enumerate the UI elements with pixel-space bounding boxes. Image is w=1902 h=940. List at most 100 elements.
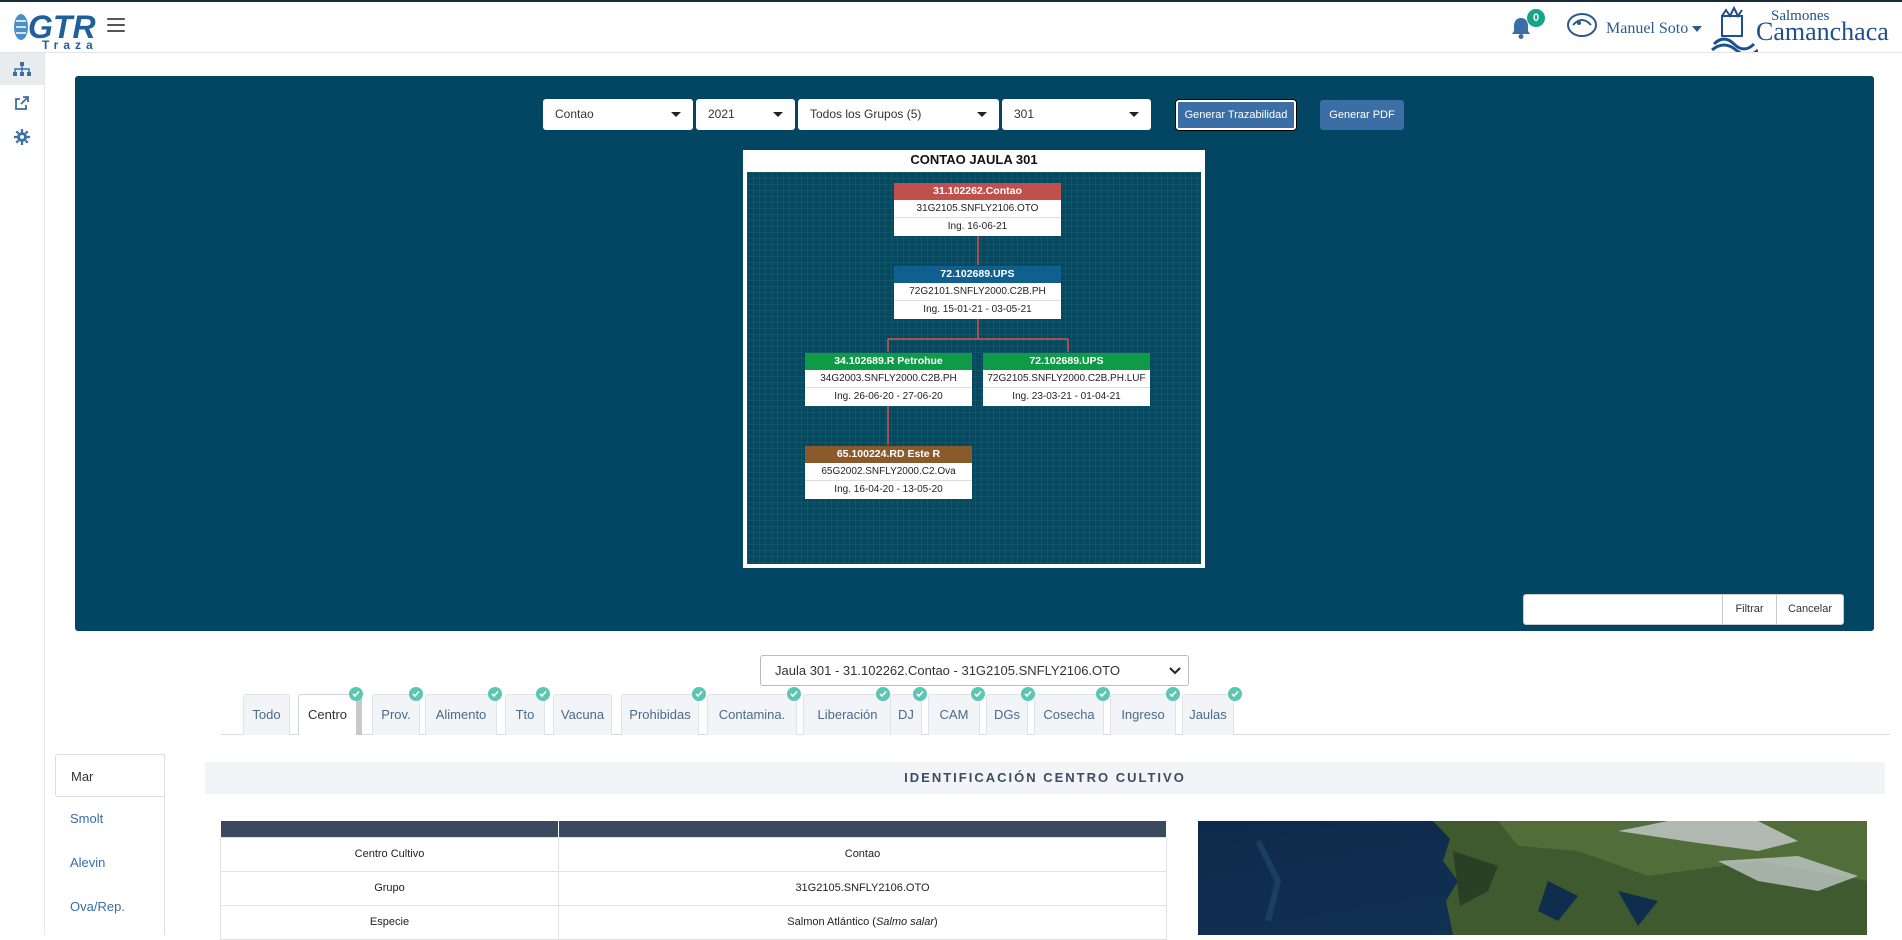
check-icon	[876, 687, 890, 701]
check-icon	[1228, 687, 1242, 701]
row-label: Especie	[220, 904, 559, 940]
node-group: 65G2002.SNFLY2000.C2.Ova	[805, 463, 972, 481]
node-title: 65.100224.RD Este R	[805, 446, 972, 463]
sidebar-item-external[interactable]	[0, 87, 44, 119]
row-label: Centro Cultivo	[220, 836, 559, 872]
tree-node[interactable]: 72.102689.UPS 72G2101.SNFLY2000.C2B.PH I…	[894, 266, 1061, 319]
node-title: 72.102689.UPS	[894, 266, 1061, 283]
node-title: 72.102689.UPS	[983, 353, 1150, 370]
node-group: 31G2105.SNFLY2106.OTO	[894, 200, 1061, 218]
node-title: 31.102262.Contao	[894, 183, 1061, 200]
side-tab-alevin[interactable]: Alevin	[55, 841, 165, 884]
node-group: 34G2003.SNFLY2000.C2B.PH	[805, 370, 972, 388]
check-icon	[488, 687, 502, 701]
check-icon	[349, 687, 363, 701]
filter-button[interactable]: Filtrar	[1722, 594, 1777, 625]
tab-alimento[interactable]: Alimento	[425, 694, 497, 735]
tab-vacuna[interactable]: Vacuna	[553, 694, 612, 735]
tab-cam[interactable]: CAM	[928, 694, 980, 735]
node-group: 72G2105.SNFLY2000.C2B.PH.LUF	[983, 370, 1150, 388]
chevron-down-icon	[773, 112, 783, 117]
generate-trace-button[interactable]: Generar Trazabilidad	[1176, 100, 1296, 130]
tree-node[interactable]: 65.100224.RD Este R 65G2002.SNFLY2000.C2…	[805, 446, 972, 499]
year-select[interactable]: 2021	[696, 99, 795, 130]
side-tab-mar[interactable]: Mar	[55, 754, 165, 797]
check-icon	[1096, 687, 1110, 701]
jaula-filter-select[interactable]: 301	[1002, 99, 1151, 130]
jaula-select-value: Jaula 301 - 31.102262.Contao - 31G2105.S…	[775, 663, 1120, 678]
filter-input[interactable]	[1523, 594, 1723, 625]
row-value: 31G2105.SNFLY2106.OTO	[558, 870, 1167, 906]
check-icon	[536, 687, 550, 701]
user-menu-caret-icon[interactable]	[1692, 26, 1702, 32]
row-value: Salmon Atlántico (Salmo salar)	[558, 904, 1167, 940]
trace-tree: CONTAO JAULA 301 31.102262.Contao 31G210…	[743, 150, 1205, 568]
node-dates: Ing. 15-01-21 - 03-05-21	[923, 304, 1032, 315]
chevron-down-icon	[671, 112, 681, 117]
tab-dgs[interactable]: DGs	[986, 694, 1028, 735]
row-label: Grupo	[220, 870, 559, 906]
node-dates: Ing. 16-06-21	[947, 221, 1008, 232]
cancel-button[interactable]: Cancelar	[1776, 594, 1844, 625]
tab-cosecha[interactable]: Cosecha	[1034, 694, 1104, 735]
side-tab-ova-rep[interactable]: Ova/Rep.	[55, 885, 165, 928]
table-row: Especie Salmon Atlántico (Salmo salar)	[220, 904, 1167, 940]
tab-ingreso[interactable]: Ingreso	[1110, 694, 1176, 735]
tree-canvas: 31.102262.Contao 31G2105.SNFLY2106.OTO I…	[747, 172, 1201, 564]
centro-select[interactable]: Contao	[543, 99, 693, 130]
centro-table: Centro Cultivo Contao Grupo 31G2105.SNFL…	[220, 821, 1167, 940]
user-name[interactable]: Manuel Soto	[1606, 20, 1688, 38]
grupo-select[interactable]: Todos los Grupos (5)	[798, 99, 999, 130]
satellite-map[interactable]	[1198, 821, 1867, 935]
menu-toggle-icon[interactable]	[107, 18, 125, 34]
table-header-cell	[220, 821, 559, 837]
logo-subtitle: Traza	[42, 38, 98, 52]
gear-icon	[14, 129, 30, 145]
gtr-logo[interactable]: GTR Traza	[10, 5, 105, 53]
external-link-icon	[15, 96, 29, 110]
tab-prohibidas[interactable]: Prohibidas	[621, 694, 699, 735]
chevron-down-icon	[1169, 667, 1181, 675]
table-row: Centro Cultivo Contao	[220, 836, 1167, 872]
species-scientific: Salmo salar	[875, 916, 935, 928]
tree-node[interactable]: 34.102689.R Petrohue 34G2003.SNFLY2000.C…	[805, 353, 972, 406]
tree-node[interactable]: 72.102689.UPS 72G2105.SNFLY2000.C2B.PH.L…	[983, 353, 1150, 406]
side-tab-divider	[164, 754, 165, 935]
side-tab-smolt[interactable]: Smolt	[55, 797, 165, 840]
generate-pdf-button[interactable]: Generar PDF	[1320, 100, 1404, 130]
left-sidebar	[0, 53, 45, 935]
jaula-select[interactable]: Jaula 301 - 31.102262.Contao - 31G2105.S…	[760, 655, 1189, 686]
chevron-down-icon	[977, 112, 987, 117]
node-group: 72G2101.SNFLY2000.C2B.PH	[894, 283, 1061, 301]
check-icon	[692, 687, 706, 701]
check-icon	[1166, 687, 1180, 701]
chevron-down-icon	[1129, 112, 1139, 117]
brand-main-text: Camanchaca	[1756, 17, 1889, 46]
section-title: IDENTIFICACIÓN CENTRO CULTIVO	[205, 762, 1885, 794]
tree-node[interactable]: 31.102262.Contao 31G2105.SNFLY2106.OTO I…	[894, 183, 1061, 236]
table-row: Grupo 31G2105.SNFLY2106.OTO	[220, 870, 1167, 906]
check-icon	[971, 687, 985, 701]
centro-select-value: Contao	[555, 107, 594, 121]
check-icon	[913, 687, 927, 701]
sidebar-item-settings[interactable]	[0, 121, 44, 153]
year-select-value: 2021	[708, 107, 735, 121]
user-avatar-icon[interactable]	[1566, 11, 1598, 39]
check-icon	[787, 687, 801, 701]
row-value: Contao	[558, 836, 1167, 872]
check-icon	[409, 687, 423, 701]
tab-jaulas[interactable]: Jaulas	[1182, 694, 1234, 735]
sitemap-icon	[13, 62, 31, 76]
jaula-filter-value: 301	[1014, 107, 1035, 121]
top-bar: GTR Traza 0 Manuel Soto Salmones Camanch…	[0, 0, 1902, 57]
notification-count-badge: 0	[1527, 9, 1545, 27]
tab-todo[interactable]: Todo	[243, 694, 290, 735]
node-dates: Ing. 23-03-21 - 01-04-21	[1012, 391, 1121, 402]
tab-contamina[interactable]: Contamina.	[707, 694, 797, 735]
node-dates: Ing. 26-06-20 - 27-06-20	[834, 391, 943, 402]
sidebar-item-trace[interactable]	[0, 53, 44, 85]
species-name: Salmon Atlántico (	[787, 916, 876, 928]
check-icon	[1021, 687, 1035, 701]
grupo-select-value: Todos los Grupos (5)	[810, 107, 922, 121]
tree-title: CONTAO JAULA 301	[910, 152, 1038, 167]
